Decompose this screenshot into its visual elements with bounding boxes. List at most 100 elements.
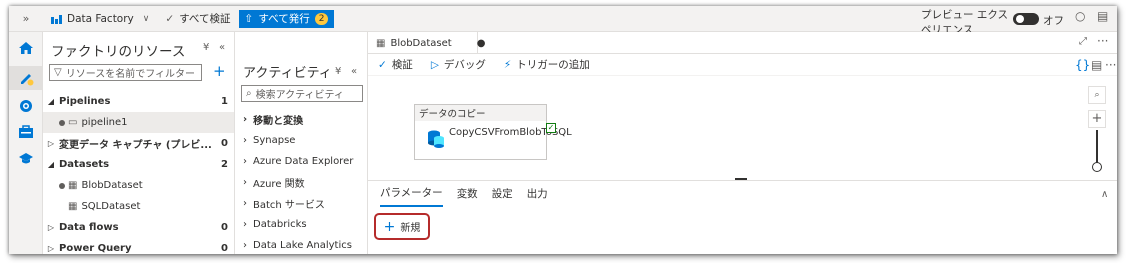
learning-hat-icon[interactable] [9, 146, 43, 170]
tab-blobdataset[interactable]: ▦ BlobDataset ● [368, 32, 485, 54]
debug-button[interactable]: ▷ デバッグ [431, 57, 486, 72]
category-label: Synapse [253, 135, 296, 146]
item-label: SQLDataset [81, 201, 141, 212]
collapse-all-icon[interactable]: ¥ [335, 66, 341, 77]
tree-item-blobdataset[interactable]: ▦ BlobDataset [43, 175, 234, 196]
notes-icon[interactable]: ▤ [1097, 9, 1108, 23]
group-label: 変更データ キャプチャ (プレビ... [59, 140, 212, 151]
search-icon: ⌕ [246, 88, 252, 99]
add-resource-button[interactable]: + [213, 62, 226, 80]
author-pencil-icon[interactable] [9, 66, 43, 90]
group-label: Power Query [59, 243, 132, 254]
group-count: 1 [221, 96, 228, 107]
group-count: 0 [221, 222, 228, 233]
activity-category[interactable]: › Data Lake Analytics [243, 235, 352, 254]
tree-group-change-data-capture[interactable]: ▷ 変更データ キャプチャ (プレビ... 0 [43, 133, 234, 154]
feedback-icon[interactable]: ○ [1075, 9, 1085, 23]
left-nav [9, 32, 43, 254]
publish-icon: ⇧ [244, 12, 254, 25]
pipeline-toolbar: ✓ 検証 ▷ デバッグ ⚡ トリガーの追加 [368, 54, 1117, 76]
activity-category[interactable]: › Azure 関数 [243, 172, 305, 193]
activity-category[interactable]: › 移動と変換 [243, 109, 303, 130]
tree-item-sqldataset[interactable]: ▦ SQLDataset [43, 196, 234, 217]
zoom-slider-thumb[interactable] [1092, 162, 1102, 172]
tree-group-data-flows[interactable]: ▷ Data flows 0 [43, 217, 234, 238]
tab-label: BlobDataset [390, 37, 452, 49]
item-label: BlobDataset [81, 180, 143, 191]
tree-group-pipelines[interactable]: ◢ Pipelines 1 [43, 91, 234, 112]
caret-right-icon: ▷ [47, 139, 55, 148]
validate-check-icon: ✓ [165, 12, 175, 25]
publish-all-button[interactable]: ⇧ すべて発行 2 [238, 9, 335, 28]
new-label: 新規 [400, 223, 421, 234]
search-placeholder: 検索アクティビティ [255, 90, 344, 101]
more-options-icon[interactable]: ··· [1097, 34, 1108, 48]
activity-type-label: データのコピー [415, 105, 546, 121]
group-label: Data flows [59, 222, 119, 233]
copy-activity-node[interactable]: データのコピー CopyCSVFromBlobToSQL [414, 104, 572, 160]
factory-label: Data Factory [67, 12, 134, 25]
success-check-icon[interactable]: ✓ [546, 123, 556, 133]
adf-window: » Data Factory ∨ ✓ すべて検証 ⇧ すべて発行 2 プレビュー… [9, 6, 1117, 254]
validate-button[interactable]: ✓ 検証 [378, 57, 413, 72]
zoom-slider-track[interactable] [1096, 130, 1098, 164]
chevron-up-icon[interactable]: ∧ [1101, 189, 1108, 200]
monitor-icon[interactable] [9, 94, 43, 118]
chevron-right-icon: › [243, 177, 247, 188]
factory-resources-panel: ファクトリのリソース ¥ « ▽ リソースを名前でフィルター + ◢ Pipel… [43, 32, 235, 254]
home-icon[interactable] [9, 36, 43, 60]
preview-toggle[interactable] [1013, 13, 1039, 25]
tab-parameters[interactable]: パラメーター [380, 181, 443, 207]
collapse-panel-icon[interactable]: « [351, 66, 357, 77]
publish-count-badge: 2 [314, 12, 329, 25]
activity-category[interactable]: › Azure Data Explorer [243, 151, 353, 172]
new-parameter-button[interactable]: + 新規 [374, 213, 430, 240]
code-braces-icon[interactable]: {} [1075, 58, 1090, 72]
group-count: 2 [221, 159, 228, 170]
toggle-state-label: オフ [1043, 15, 1064, 27]
group-count: 0 [221, 138, 228, 149]
double-chevron-right-icon[interactable]: » [9, 12, 43, 25]
validate-label: 検証 [391, 59, 413, 71]
publish-all-label: すべて発行 [258, 13, 310, 25]
tab-variables[interactable]: 変数 [457, 181, 478, 207]
properties-icon[interactable]: ▤ [1091, 58, 1102, 72]
debug-label: デバッグ [443, 59, 486, 71]
factory-selector[interactable]: Data Factory ∨ [43, 6, 157, 32]
more-options-icon[interactable]: ··· [1105, 58, 1116, 72]
resources-title: ファクトリのリソース [51, 44, 186, 60]
zoom-in-icon[interactable]: + [1088, 110, 1106, 128]
activities-title: アクティビティ [243, 66, 332, 81]
collapse-panel-icon[interactable]: « [219, 42, 225, 53]
check-icon: ✓ [378, 58, 387, 71]
maximize-icon[interactable]: ⤢ [1079, 36, 1087, 47]
category-label: Batch サービス [253, 200, 325, 211]
manage-toolbox-icon[interactable] [9, 120, 43, 144]
activity-category[interactable]: › Databricks [243, 214, 307, 235]
validate-all-button[interactable]: ✓ すべて検証 [157, 6, 238, 32]
resource-filter-input[interactable]: ▽ リソースを名前でフィルター [49, 64, 202, 81]
activity-search-input[interactable]: ⌕ 検索アクティビティ [241, 85, 363, 102]
zoom-search-icon[interactable]: ⌕ [1088, 86, 1106, 104]
chevron-right-icon: › [243, 219, 247, 230]
copy-data-icon [428, 130, 444, 148]
tab-settings[interactable]: 設定 [492, 181, 513, 207]
collapse-all-icon[interactable]: ¥ [203, 42, 209, 53]
activity-category[interactable]: › Synapse [243, 130, 295, 151]
tree-group-datasets[interactable]: ◢ Datasets 2 [43, 154, 234, 175]
add-trigger-button[interactable]: ⚡ トリガーの追加 [504, 57, 590, 72]
tree-item-pipeline1[interactable]: ▭ pipeline1 [43, 112, 234, 133]
caret-down-icon: ◢ [47, 97, 55, 106]
activity-category[interactable]: › Batch サービス [243, 193, 325, 214]
trigger-icon: ⚡ [503, 58, 512, 71]
group-label: Pipelines [59, 96, 111, 107]
caret-right-icon: ▷ [47, 244, 55, 253]
zoom-controls: ⌕ + [1088, 86, 1106, 174]
dataset-table-icon: ▦ [68, 201, 78, 212]
tab-output[interactable]: 出力 [527, 181, 548, 207]
tree-group-power-query[interactable]: ▷ Power Query 0 [43, 238, 234, 254]
dataset-table-icon: ▦ [68, 180, 78, 191]
modified-dot-icon [59, 119, 65, 126]
chevron-right-icon: › [243, 240, 247, 251]
add-trigger-label: トリガーの追加 [516, 59, 590, 71]
